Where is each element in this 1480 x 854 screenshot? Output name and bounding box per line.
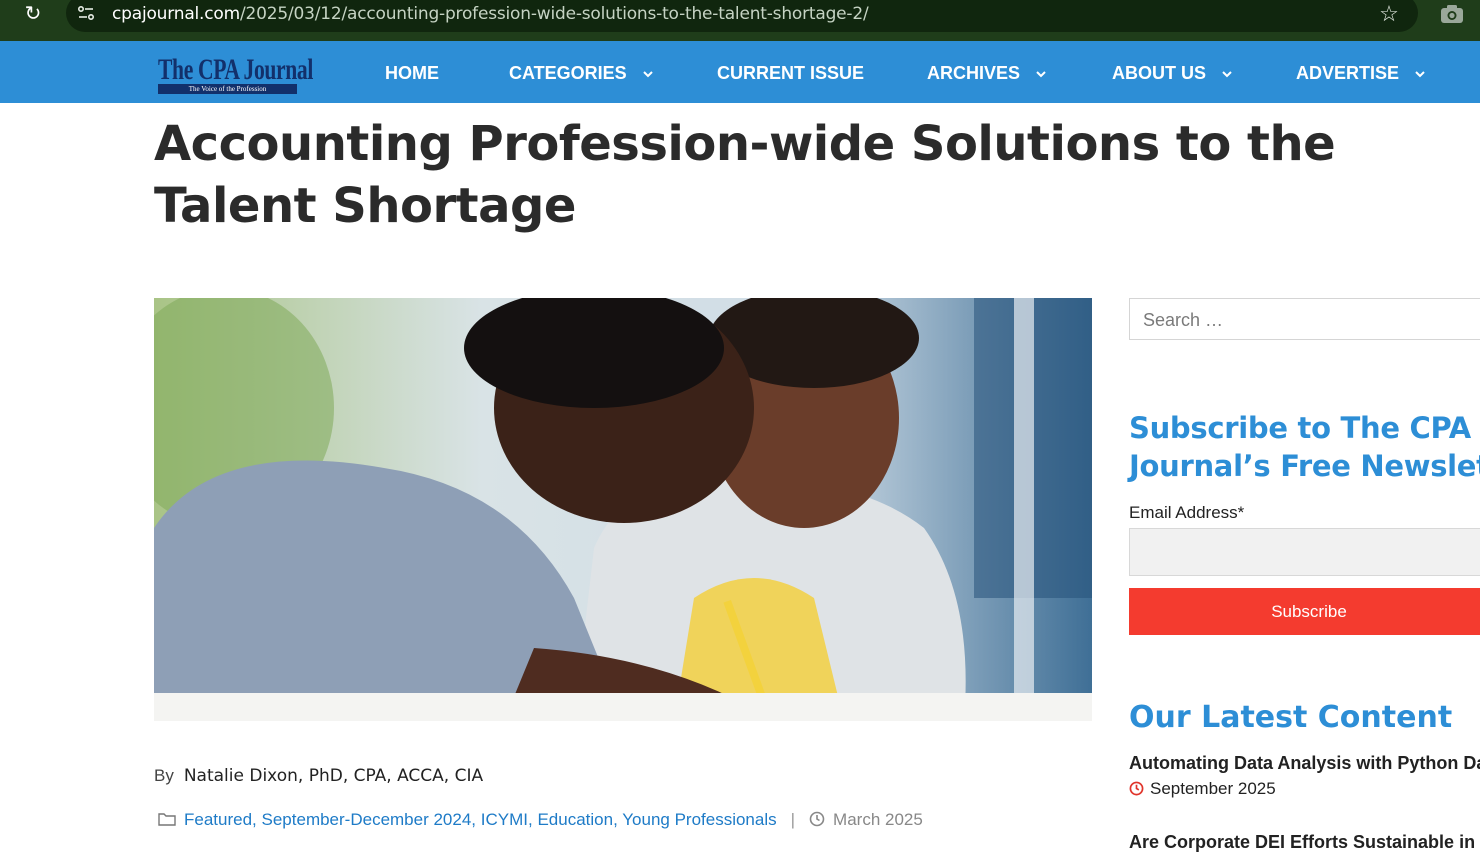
by-label: By bbox=[154, 766, 174, 785]
nav-archives[interactable]: ARCHIVES bbox=[927, 60, 1046, 86]
address-bar[interactable]: cpajournal.com/2025/03/12/accounting-pro… bbox=[66, 0, 1418, 32]
reload-icon[interactable]: ↻ bbox=[22, 3, 44, 25]
publish-date: March 2025 bbox=[833, 810, 923, 829]
browser-toolbar: ↻ cpajournal.com/2025/03/12/accounting-p… bbox=[0, 0, 1480, 41]
author-name[interactable]: Natalie Dixon, PhD, CPA, ACCA, CIA bbox=[184, 766, 483, 786]
chevron-down-icon[interactable] bbox=[642, 71, 653, 78]
chevron-down-icon[interactable] bbox=[1415, 71, 1425, 78]
subscribe-heading: Subscribe to The CPA Journal’s Free News… bbox=[1129, 411, 1480, 483]
latest-item-title-2[interactable]: Are Corporate DEI Efforts Sustainable in… bbox=[1129, 830, 1480, 854]
search-placeholder: Search … bbox=[1143, 310, 1224, 330]
article-hero-image bbox=[154, 298, 1092, 721]
search-input[interactable]: Search … bbox=[1129, 298, 1480, 340]
nav-about-us[interactable]: ABOUT US bbox=[1112, 60, 1232, 86]
site-logo[interactable]: The CPA Journal The Voice of the Profess… bbox=[158, 55, 313, 95]
nav-advertise[interactable]: ADVERTISE bbox=[1296, 60, 1425, 86]
nav-archives-label: ARCHIVES bbox=[927, 63, 1021, 83]
meta-separator: | bbox=[790, 810, 796, 829]
nav-categories-label: CATEGORIES bbox=[509, 63, 627, 83]
logo-title: The CPA Journal bbox=[158, 53, 314, 86]
category-link-icymi[interactable]: ICYMI bbox=[481, 810, 528, 829]
nav-advertise-label: ADVERTISE bbox=[1296, 63, 1400, 83]
article-title: Accounting Profession-wide Solutions to … bbox=[154, 116, 1336, 234]
nav-categories[interactable]: CATEGORIES bbox=[509, 60, 653, 86]
nav-home-label: HOME bbox=[385, 63, 439, 83]
subscribe-button[interactable]: Subscribe bbox=[1129, 588, 1480, 635]
nav-home[interactable]: HOME bbox=[385, 60, 439, 86]
bookmark-star-icon[interactable]: ☆ bbox=[1376, 1, 1402, 27]
nav-about-us-label: ABOUT US bbox=[1112, 63, 1206, 83]
chevron-down-icon[interactable] bbox=[1222, 71, 1232, 78]
category-link-issue[interactable]: September-December 2024 bbox=[262, 810, 472, 829]
logo-subtitle: The Voice of the Profession bbox=[158, 84, 297, 94]
chevron-down-icon[interactable] bbox=[1036, 71, 1046, 78]
article-byline: By Natalie Dixon, PhD, CPA, ACCA, CIA bbox=[154, 764, 483, 788]
category-link-young-professionals[interactable]: Young Professionals bbox=[622, 810, 776, 829]
nav-current-issue[interactable]: CURRENT ISSUE bbox=[717, 60, 864, 86]
email-field[interactable] bbox=[1129, 528, 1480, 576]
screenshot-camera-icon[interactable] bbox=[1440, 4, 1464, 24]
latest-item-date: September 2025 bbox=[1150, 779, 1276, 798]
clock-icon bbox=[1129, 781, 1144, 796]
url-host: cpajournal.com bbox=[112, 4, 240, 24]
nav-current-issue-label: CURRENT ISSUE bbox=[717, 63, 865, 83]
category-link-education[interactable]: Education bbox=[537, 810, 613, 829]
email-label: Email Address* bbox=[1129, 503, 1245, 522]
url-path: /2025/03/12/accounting-profession-wide-s… bbox=[239, 4, 869, 24]
clock-icon bbox=[809, 811, 825, 827]
latest-content-heading: Our Latest Content bbox=[1129, 700, 1453, 735]
category-link-featured[interactable]: Featured bbox=[184, 810, 252, 829]
folder-icon bbox=[158, 813, 176, 826]
article-meta: Featured, September-December 2024, ICYMI… bbox=[158, 808, 923, 832]
url-text[interactable]: cpajournal.com/2025/03/12/accounting-pro… bbox=[112, 4, 869, 24]
latest-item-title[interactable]: Automating Data Analysis with Python Da bbox=[1129, 751, 1480, 775]
latest-item-date-row: September 2025 bbox=[1129, 778, 1276, 800]
site-info-icon[interactable] bbox=[76, 3, 96, 23]
